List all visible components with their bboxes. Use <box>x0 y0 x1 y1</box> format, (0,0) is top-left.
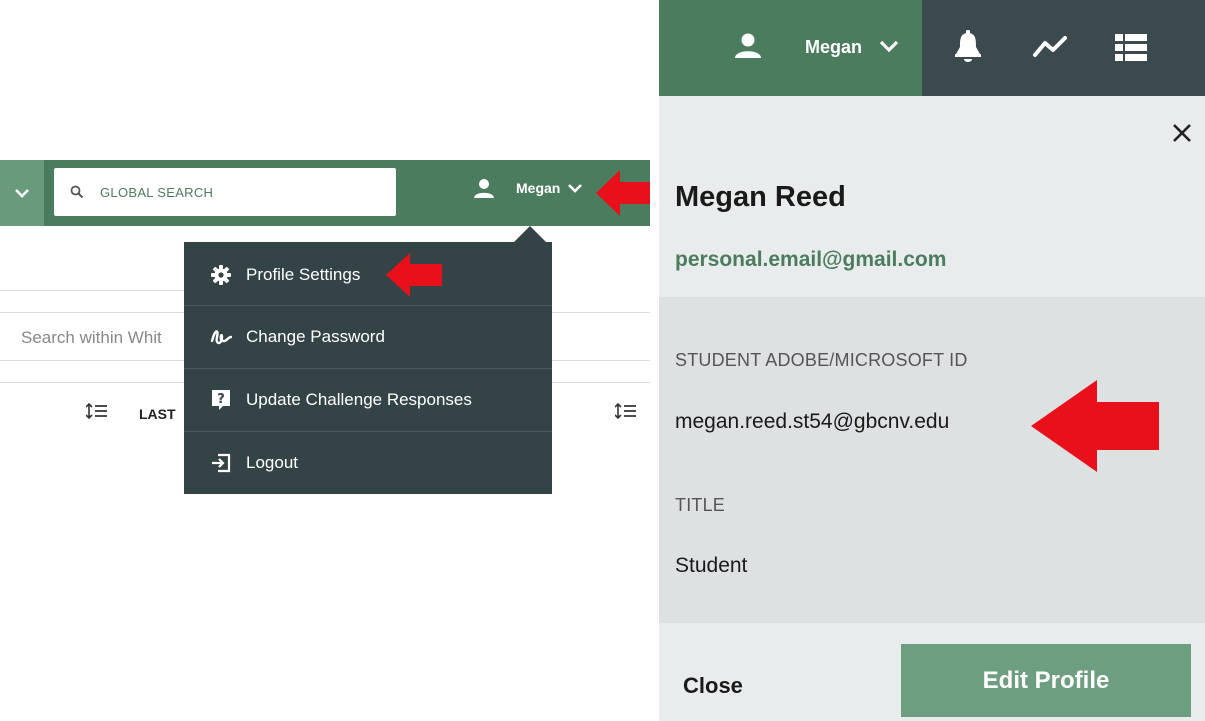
search-icon <box>70 184 86 200</box>
sort-icon[interactable] <box>615 402 637 420</box>
user-menu-button[interactable]: Megan <box>474 178 583 198</box>
annotation-arrow-icon <box>386 253 442 297</box>
menu-item-label: Update Challenge Responses <box>246 390 472 409</box>
menu-item-label: Change Password <box>246 327 385 346</box>
profile-full-name: Megan Reed <box>675 181 846 213</box>
user-icon <box>735 33 761 58</box>
divider <box>0 290 184 291</box>
divider <box>0 360 184 361</box>
divider <box>0 312 184 313</box>
bell-icon[interactable] <box>955 30 981 64</box>
edit-profile-button[interactable]: Edit Profile <box>901 644 1191 717</box>
user-name: Megan <box>516 180 561 196</box>
menu-toggle-button[interactable] <box>0 160 44 226</box>
column-header-last[interactable]: LAST <box>139 406 176 422</box>
top-navbar: Megan <box>0 160 650 226</box>
search-within-input[interactable]: Search within Whit <box>21 328 162 348</box>
logout-icon <box>210 452 232 474</box>
user-name: Megan <box>805 37 863 57</box>
list-icon[interactable] <box>1115 34 1147 62</box>
question-icon: ? <box>210 389 232 411</box>
profile-email: personal.email@gmail.com <box>675 248 947 271</box>
user-menu-button[interactable]: Megan <box>659 0 922 96</box>
divider <box>552 360 650 361</box>
menu-item-profile-settings[interactable]: Profile Settings <box>184 244 552 306</box>
menu-item-label: Logout <box>246 453 298 472</box>
field-label-student-id: STUDENT ADOBE/MICROSOFT ID <box>675 350 968 370</box>
field-label-title: TITLE <box>675 495 726 515</box>
divider <box>552 382 650 383</box>
divider <box>0 382 184 383</box>
annotation-arrow-icon <box>596 170 650 216</box>
gear-icon <box>210 264 232 286</box>
divider <box>552 312 650 313</box>
user-icon <box>474 179 494 198</box>
annotation-arrow-icon <box>1031 380 1159 472</box>
global-search-input[interactable] <box>98 183 382 201</box>
menu-item-logout[interactable]: Logout <box>184 432 552 494</box>
field-value-title: Student <box>675 554 748 577</box>
close-button[interactable]: Close <box>683 673 743 699</box>
user-dropdown-menu: Profile Settings Change Password ? Updat… <box>184 242 552 494</box>
profile-panel: Megan Megan Reed personal.email@gmail.co… <box>659 0 1205 721</box>
global-search[interactable] <box>54 168 396 216</box>
menu-item-label: Profile Settings <box>246 265 361 284</box>
menu-item-change-password[interactable]: Change Password <box>184 306 552 368</box>
top-navbar: Megan <box>659 0 1205 96</box>
sort-icon[interactable] <box>86 402 108 420</box>
chevron-down-icon <box>15 189 29 198</box>
close-icon[interactable] <box>1172 123 1192 143</box>
signature-icon <box>210 326 232 348</box>
chevron-down-icon <box>879 40 899 53</box>
menu-item-update-challenge-responses[interactable]: ? Update Challenge Responses <box>184 369 552 431</box>
chevron-down-icon <box>568 184 583 193</box>
trend-chart-icon[interactable] <box>1032 35 1068 59</box>
svg-text:?: ? <box>217 392 225 407</box>
field-value-student-id: megan.reed.st54@gbcnv.edu <box>675 410 950 433</box>
